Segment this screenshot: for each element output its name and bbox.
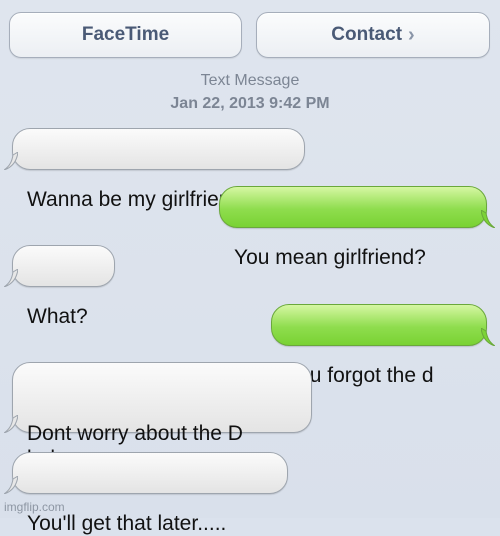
message-type-label: Text Message bbox=[200, 72, 300, 89]
facetime-label: FaceTime bbox=[81, 24, 170, 45]
bubble-tail-icon bbox=[481, 210, 495, 228]
contact-label: Contact bbox=[331, 24, 403, 45]
bubble-tail-icon bbox=[4, 415, 18, 433]
message-timestamp: Jan 22, 2013 9:42 PM bbox=[170, 95, 330, 112]
incoming-message-bubble: Dont worry about the D baby.. bbox=[4, 362, 312, 470]
message-text: What? bbox=[27, 305, 88, 328]
bubble-tail-icon bbox=[4, 152, 18, 170]
bubble-tail-icon bbox=[4, 476, 18, 494]
chevron-right-icon: › bbox=[408, 24, 415, 46]
outgoing-message-bubble: You mean girlfriend? bbox=[219, 186, 495, 269]
incoming-message-bubble: What? bbox=[4, 245, 115, 328]
contact-button[interactable]: Contact › bbox=[256, 12, 490, 58]
outgoing-message-bubble: You forgot the d bbox=[271, 304, 495, 387]
imessage-screen: FaceTime Contact › Text Message Jan 22, … bbox=[0, 0, 500, 535]
bubble-tail-icon bbox=[481, 328, 495, 346]
bubble-tail-icon bbox=[4, 269, 18, 287]
incoming-message-bubble: You'll get that later..... bbox=[4, 452, 288, 535]
message-text: You mean girlfriend? bbox=[234, 246, 426, 269]
facetime-button[interactable]: FaceTime bbox=[9, 12, 242, 58]
incoming-message-bubble: Wanna be my girlfrien? bbox=[4, 128, 305, 211]
message-text: Wanna be my girlfrien? bbox=[27, 188, 243, 211]
watermark: imgflip.com bbox=[4, 500, 65, 514]
message-text: You'll get that later..... bbox=[27, 512, 227, 535]
